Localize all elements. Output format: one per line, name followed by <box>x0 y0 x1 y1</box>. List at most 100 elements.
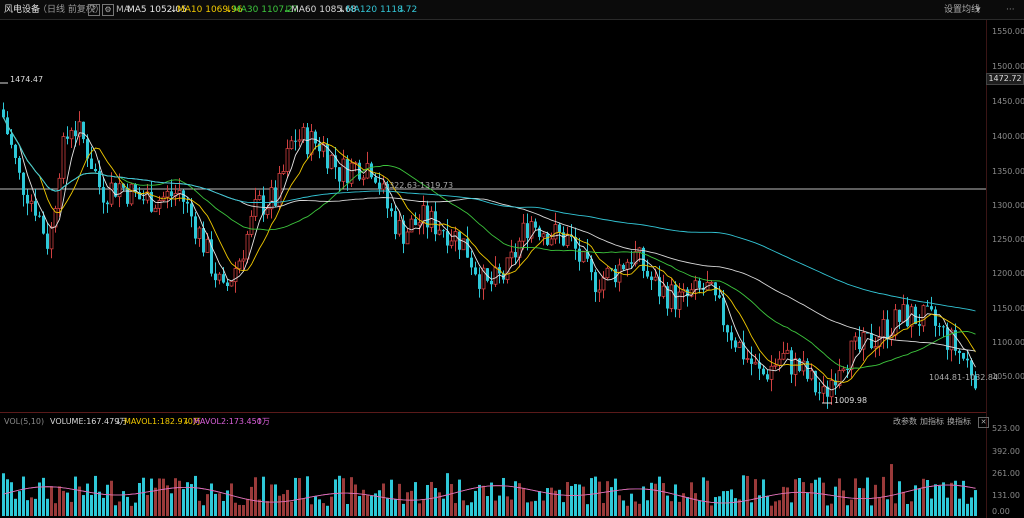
volume-indicator[interactable]: VOL(5,10) <box>4 414 44 430</box>
candle-body <box>449 240 454 246</box>
volume-ma-layer <box>3 484 976 504</box>
candle-body <box>109 182 114 205</box>
volume-bar <box>158 478 161 516</box>
candle-body <box>766 374 769 380</box>
volume-tick: 523.00 <box>992 424 1020 433</box>
candle-body <box>378 182 381 190</box>
candle-body <box>906 304 909 327</box>
candle-body <box>281 171 286 174</box>
candle-body <box>170 191 173 197</box>
candle-body <box>229 281 234 287</box>
volume-bar <box>462 500 465 516</box>
volume-bar <box>574 484 577 516</box>
add-indicator-button[interactable]: 加指标 <box>920 414 944 430</box>
switch-indicator-button[interactable]: 换指标 <box>947 414 971 430</box>
volume-bar <box>934 484 937 516</box>
volume-bar <box>470 502 473 516</box>
edit-params-button[interactable]: 改参数 <box>893 414 917 430</box>
volume-bar <box>250 486 253 516</box>
volume-bar <box>514 481 517 516</box>
price-tick: 1300.00 <box>992 201 1024 210</box>
candle-body <box>361 177 366 180</box>
volume-bar <box>334 479 337 516</box>
candle-body <box>197 227 202 239</box>
volume-bar <box>646 500 649 516</box>
volume-bar <box>26 500 29 516</box>
volume-bar <box>210 483 213 516</box>
volume-bar <box>830 503 833 516</box>
candle-body <box>309 131 314 155</box>
close-icon[interactable]: ✕ <box>978 417 989 428</box>
volume-bar <box>898 481 901 516</box>
volume-bar <box>214 493 217 516</box>
volume-bar <box>846 505 849 516</box>
volume-bar <box>354 484 357 516</box>
volume-bar <box>94 475 97 516</box>
candle-body <box>926 305 929 307</box>
candle-body <box>541 233 546 238</box>
candle-body <box>294 140 297 142</box>
candle-body <box>493 266 498 285</box>
volume-bar <box>266 501 269 516</box>
candle-body <box>726 325 729 333</box>
candle-body <box>565 234 570 246</box>
candle-body <box>898 309 901 322</box>
volume-bar <box>494 500 497 516</box>
candle-body <box>18 157 21 173</box>
volume-bar <box>582 486 585 516</box>
volume-bar <box>442 498 445 516</box>
volume-bar <box>238 504 241 516</box>
volume-bar <box>506 496 509 516</box>
candle-body <box>34 201 37 216</box>
volume-bar <box>242 505 245 516</box>
volume-bar <box>382 483 385 516</box>
volume-bar <box>602 503 605 516</box>
candle-body <box>470 257 473 268</box>
candle-body <box>750 358 753 364</box>
candle-body <box>886 319 889 340</box>
volume-bar <box>302 498 305 516</box>
volume-bar <box>286 489 289 516</box>
volume-bar <box>778 500 781 516</box>
candle-body <box>549 238 554 246</box>
volume-bar <box>102 497 105 516</box>
candle-body <box>102 187 105 203</box>
candle-body <box>22 172 25 195</box>
volume-bar <box>510 499 513 516</box>
candle-body <box>505 257 510 281</box>
candle-body <box>893 309 898 336</box>
candle-body <box>14 144 17 158</box>
volume-bar <box>270 484 273 516</box>
volume-bar <box>922 478 925 516</box>
volume-bar <box>50 486 53 516</box>
candle-body <box>730 332 733 341</box>
volume-bar <box>2 473 5 516</box>
candle-body <box>653 276 658 281</box>
volume-bar <box>82 495 85 516</box>
mavol2-arrow-icon: ↑ <box>256 417 263 426</box>
volume-tick: 131.00 <box>992 491 1020 500</box>
candle-body <box>2 109 5 118</box>
volume-bar <box>486 496 489 516</box>
candle-body <box>762 368 765 375</box>
candle-body <box>622 264 625 270</box>
volume-bar <box>942 482 945 516</box>
candle-body <box>734 340 737 348</box>
candle-body <box>474 267 477 275</box>
volume-bar <box>58 486 61 516</box>
volume-bar <box>390 479 393 516</box>
candle-body <box>777 358 782 366</box>
candle-body <box>601 277 606 291</box>
candle-body <box>257 195 262 200</box>
volume-bar <box>834 486 837 516</box>
volume-bar <box>686 497 689 516</box>
candle-body <box>650 276 653 281</box>
kline-chart[interactable] <box>0 0 1024 518</box>
price-tick: 1200.00 <box>992 269 1024 278</box>
candle-body <box>390 208 393 212</box>
candle-body <box>821 386 826 394</box>
volume-bar <box>410 490 413 516</box>
volume-bar <box>590 478 593 516</box>
candle-body <box>49 226 54 250</box>
volume-bar <box>826 505 829 516</box>
